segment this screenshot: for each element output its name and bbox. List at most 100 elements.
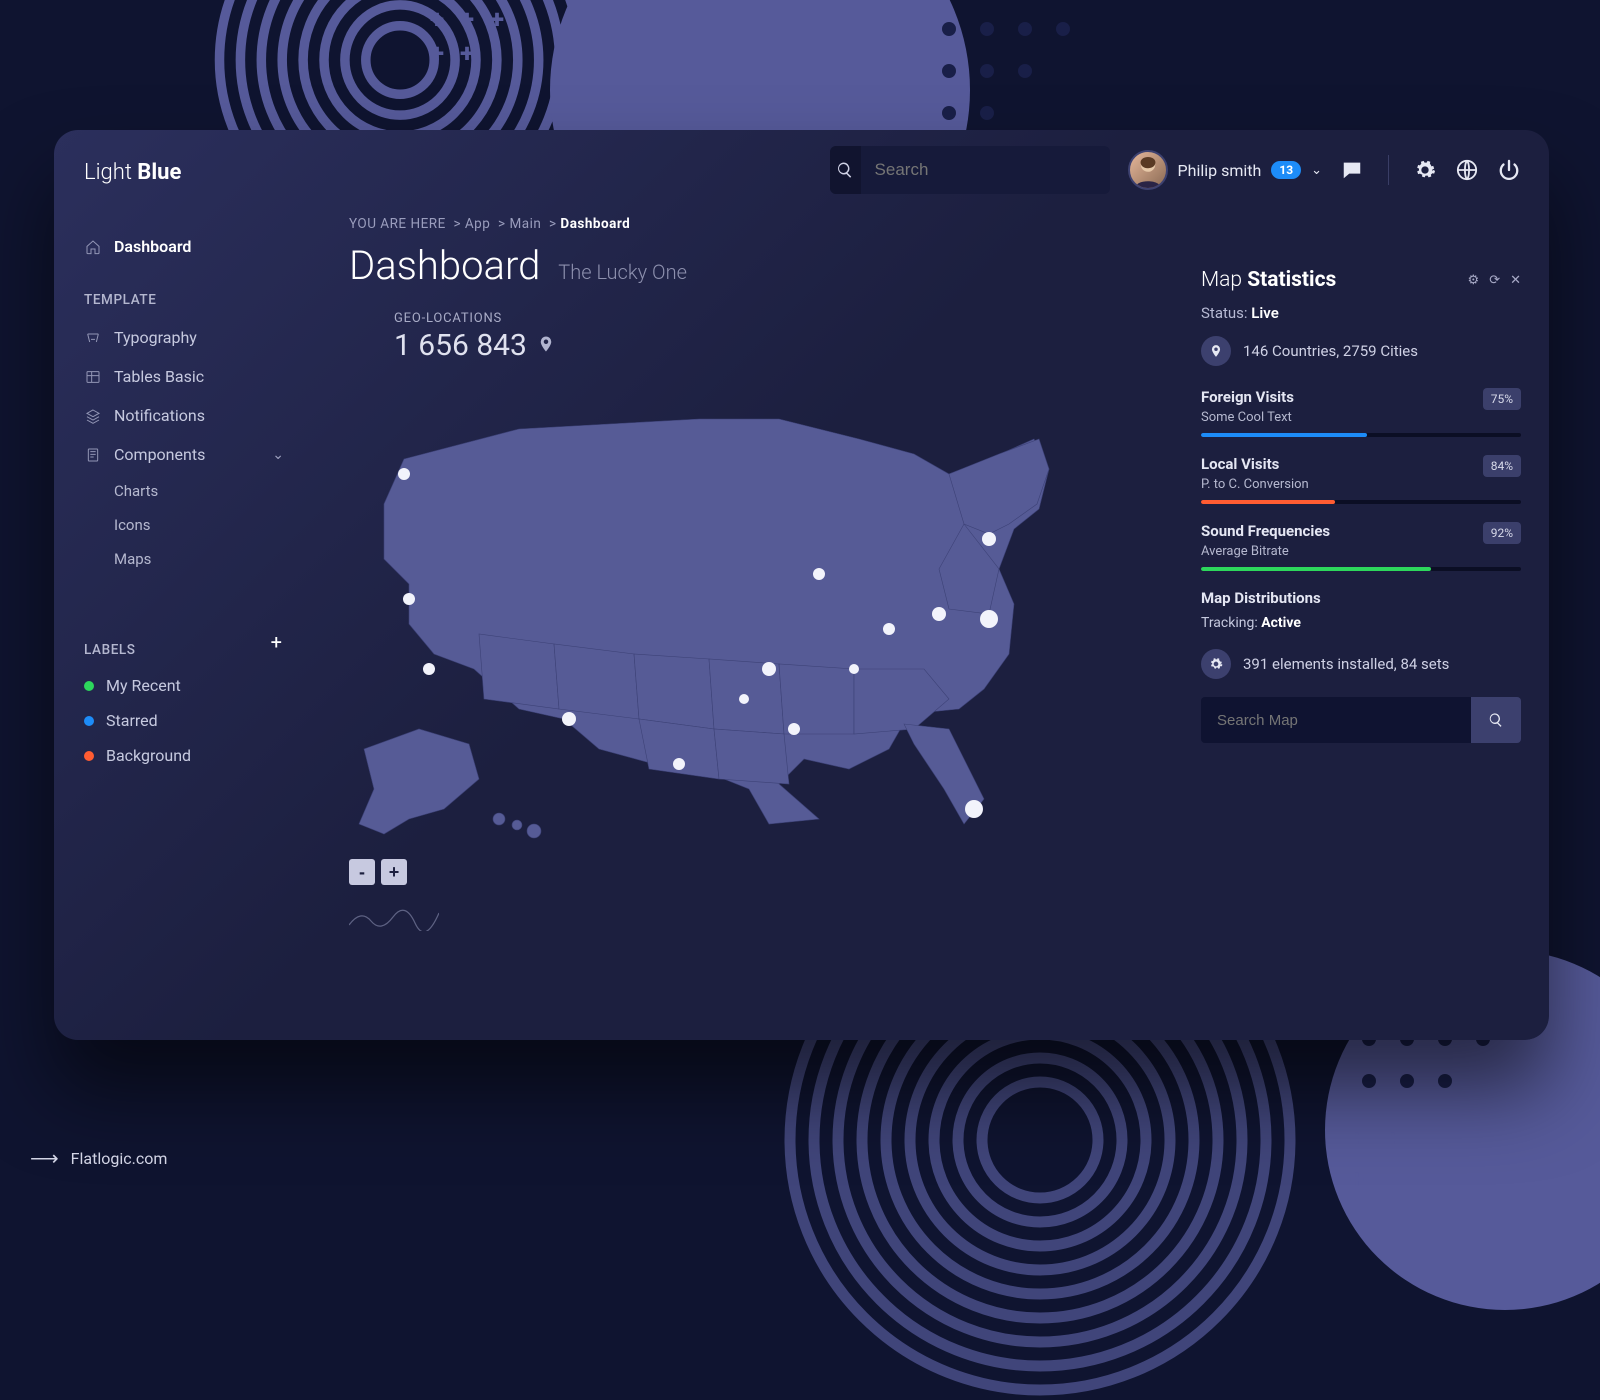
stat-pct: 84% — [1483, 455, 1521, 477]
logo: Light Blue — [84, 160, 304, 185]
bg-pluses-bottom: +++ — [1350, 1120, 1422, 1200]
label-dot — [84, 716, 94, 726]
geo-label: GEO-LOCATIONS — [394, 311, 1171, 326]
topbar-divider — [1388, 155, 1389, 185]
stat-sub: P. to C. Conversion — [1201, 477, 1521, 492]
sidebar-subitem-charts[interactable]: Charts — [84, 474, 304, 508]
label-text: Background — [106, 746, 191, 765]
notifications-icon — [84, 407, 102, 425]
map-distributions: Map Distributions Tracking: Active — [1201, 589, 1521, 631]
chat-icon[interactable] — [1340, 158, 1364, 182]
map-statistics-widget: Map Statistics ⚙ ⟳ ✕ Status: Live — [1201, 268, 1521, 1030]
stat-sub: Average Bitrate — [1201, 544, 1521, 559]
globe-icon[interactable] — [1455, 158, 1479, 182]
map-search-button[interactable] — [1471, 697, 1521, 743]
credit[interactable]: ⟶ Flatlogic.com — [30, 1146, 167, 1170]
bg-pluses-top: +++++ — [430, 3, 520, 71]
user-menu[interactable]: Philip smith 13 ⌄ — [1128, 150, 1322, 190]
widget-gear-icon[interactable]: ⚙ — [1468, 273, 1480, 288]
sidebar-item-label: Dashboard — [114, 237, 191, 256]
logo-bold: Blue — [137, 160, 181, 185]
map-zoom: - + — [349, 859, 1171, 885]
sidebar-item-label: Tables Basic — [114, 367, 204, 386]
widget-status: Status: Live — [1201, 304, 1521, 322]
page-subtitle: The Lucky One — [558, 260, 687, 284]
components-icon — [84, 446, 102, 464]
stat-title: Sound Frequencies — [1201, 522, 1330, 540]
usa-map[interactable] — [349, 369, 1069, 849]
sidebar-item-notifications[interactable]: Notifications — [84, 396, 304, 435]
sidebar-subitem-maps[interactable]: Maps — [84, 542, 304, 576]
widget-actions: ⚙ ⟳ ✕ — [1468, 273, 1521, 288]
stat-2: Sound Frequencies 92%Average Bitrate — [1201, 522, 1521, 571]
zoom-out-button[interactable]: - — [349, 859, 375, 885]
sidebar-item-tables[interactable]: Tables Basic — [84, 357, 304, 396]
stat-title: Foreign Visits — [1201, 388, 1294, 406]
gear-icon — [1201, 649, 1231, 679]
sidebar-heading-labels: LABELS — [84, 642, 136, 658]
stat-pct: 75% — [1483, 388, 1521, 410]
stat-title: Local Visits — [1201, 455, 1279, 473]
sparkline — [349, 903, 1171, 935]
crumb-main[interactable]: Main — [509, 216, 541, 232]
power-icon[interactable] — [1497, 158, 1521, 182]
stat-bar — [1201, 433, 1521, 437]
map-search-input[interactable] — [1201, 697, 1471, 743]
page-title: Dashboard The Lucky One — [349, 242, 1171, 289]
zoom-in-button[interactable]: + — [381, 859, 407, 885]
sidebar: Light Blue Dashboard TEMPLATE Typography… — [54, 130, 304, 1040]
sidebar-subitem-icons[interactable]: Icons — [84, 508, 304, 542]
label-starred[interactable]: Starred — [84, 703, 304, 738]
widget-refresh-icon[interactable]: ⟳ — [1489, 273, 1500, 288]
widget-title: Map Statistics — [1201, 268, 1336, 292]
user-badge: 13 — [1271, 161, 1301, 179]
label-background[interactable]: Background — [84, 738, 304, 773]
label-my-recent[interactable]: My Recent — [84, 668, 304, 703]
sidebar-heading-template: TEMPLATE — [84, 292, 304, 308]
stat-sub: Some Cool Text — [1201, 410, 1521, 425]
pin-icon — [537, 328, 555, 363]
tables-icon — [84, 368, 102, 386]
installed-line: 391 elements installed, 84 sets — [1201, 649, 1521, 679]
geo-header: GEO-LOCATIONS 1 656 843 — [394, 311, 1171, 363]
label-dot — [84, 751, 94, 761]
arrow-icon: ⟶ — [30, 1146, 57, 1170]
topbar: Philip smith 13 ⌄ — [304, 130, 1549, 210]
add-label-button[interactable]: + — [271, 630, 282, 654]
label-text: Starred — [106, 711, 158, 730]
sidebar-item-components[interactable]: Components ⌄ — [84, 435, 304, 474]
stat-bar — [1201, 500, 1521, 504]
content-left: YOU ARE HERE > App > Main > Dashboard Da… — [349, 210, 1171, 1030]
global-search[interactable] — [830, 146, 1110, 194]
sidebar-item-dashboard[interactable]: Dashboard — [84, 227, 304, 266]
stat-pct: 92% — [1483, 522, 1521, 544]
label-text: My Recent — [106, 676, 181, 695]
gear-icon[interactable] — [1413, 158, 1437, 182]
chevron-down-icon: ⌄ — [1311, 163, 1322, 178]
widget-location-line: 146 Countries, 2759 Cities — [1201, 336, 1521, 366]
bg-dots-top — [930, 10, 1082, 136]
sidebar-item-typography[interactable]: Typography — [84, 318, 304, 357]
user-name: Philip smith — [1178, 161, 1262, 180]
chevron-down-icon: ⌄ — [272, 447, 284, 463]
stat-bar — [1201, 567, 1521, 571]
stat-1: Local Visits 84%P. to C. Conversion — [1201, 455, 1521, 504]
avatar — [1128, 150, 1168, 190]
sidebar-item-label: Notifications — [114, 406, 205, 425]
logo-light: Light — [84, 160, 132, 185]
label-dot — [84, 681, 94, 691]
search-icon — [830, 146, 861, 194]
main-area: Philip smith 13 ⌄ YOU ARE HERE — [304, 130, 1549, 1040]
sidebar-item-label: Typography — [114, 328, 197, 347]
sidebar-item-label: Components — [114, 445, 205, 464]
pin-icon — [1201, 336, 1231, 366]
crumb-current: Dashboard — [560, 216, 630, 232]
stat-0: Foreign Visits 75%Some Cool Text — [1201, 388, 1521, 437]
widget-close-icon[interactable]: ✕ — [1510, 273, 1521, 288]
geo-count: 1 656 843 — [394, 328, 527, 363]
app-window: Light Blue Dashboard TEMPLATE Typography… — [54, 130, 1549, 1040]
search-input[interactable] — [861, 160, 1110, 180]
map-search — [1201, 697, 1521, 743]
typography-icon — [84, 329, 102, 347]
crumb-app[interactable]: App — [465, 216, 490, 232]
